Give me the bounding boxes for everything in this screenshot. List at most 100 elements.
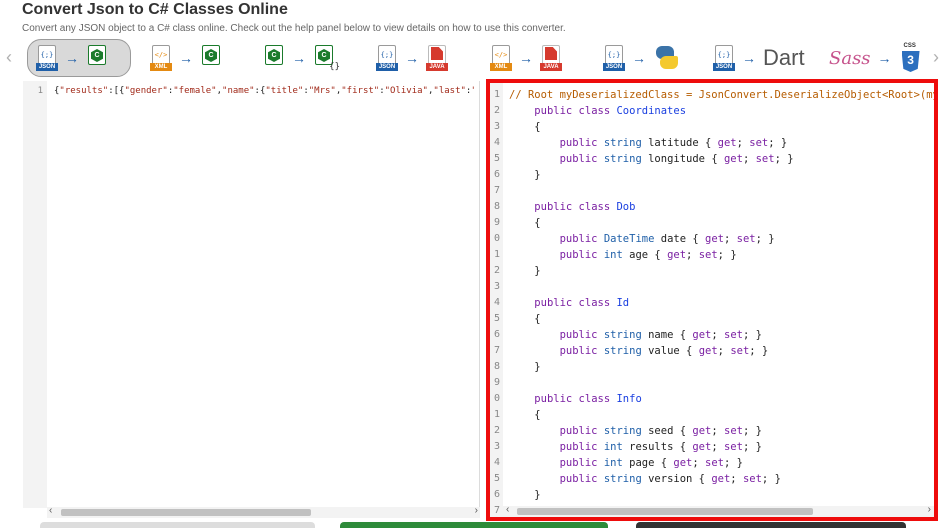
json-string-token: "results" xyxy=(59,86,109,96)
code-token: } xyxy=(534,169,541,181)
code-token: public xyxy=(559,425,604,437)
tool-sass-to-css[interactable]: Sass → CSS 3 xyxy=(829,39,923,77)
json-input-text[interactable]: {"results":[{"gender":"female","name":{"… xyxy=(54,86,474,96)
bottom-panel-tab[interactable] xyxy=(40,522,315,528)
code-token: // Root myDeserializedClass = JsonConver… xyxy=(509,89,938,101)
line-number: 2 xyxy=(493,265,500,276)
scroll-left-icon[interactable]: ‹ xyxy=(506,504,509,515)
code-token: public xyxy=(559,137,604,149)
code-token: set xyxy=(736,233,756,245)
code-token: set xyxy=(705,457,724,469)
csharp-icon: C xyxy=(200,45,222,71)
csharp-output-editor[interactable]: 1 2 3 4 5 6 7 8 9 0 1 2 3 4 5 6 7 8 9 0 1 2 3 4 5 6 7 // Root myDe… xyxy=(486,79,938,521)
code-token: { xyxy=(534,121,541,133)
json-input-editor[interactable]: 1 {"results":[{"gender":"female","name":… xyxy=(23,81,480,518)
code-token: ; } xyxy=(774,153,794,165)
code-token: ; } xyxy=(742,441,762,453)
code-token: public class xyxy=(534,201,617,213)
converter-toolbar: ‹ {;} JSON → C </> XML → C C → C{} {;} JSON… xyxy=(0,36,945,80)
json-icon: {;} JSON xyxy=(376,45,398,71)
code-token: ; } xyxy=(761,473,781,485)
code-token: page { xyxy=(629,457,674,469)
tool-json-to-dart[interactable]: {;} JSON → Dart xyxy=(713,39,805,77)
code-token: public class xyxy=(534,105,617,117)
tool-json-to-java[interactable]: {;} JSON → JAVA xyxy=(376,39,448,77)
code-token: set xyxy=(755,153,775,165)
csharp-icon: C xyxy=(86,45,108,71)
code-token: public xyxy=(559,329,604,341)
tool-xml-to-java[interactable]: </> XML → JAVA xyxy=(490,39,562,77)
line-number: 1 xyxy=(493,89,500,100)
tool-json-to-python[interactable]: {;} JSON → xyxy=(603,39,679,77)
scroll-right-icon[interactable]: › xyxy=(928,504,931,515)
code-token: Id xyxy=(616,297,630,309)
toolbar-prev-arrow[interactable]: ‹ xyxy=(6,48,12,66)
arrow-right-icon: → xyxy=(519,50,533,66)
code-token: ; } xyxy=(742,425,762,437)
toolbar-next-arrow[interactable]: › xyxy=(933,48,939,66)
code-line: public DateTime date { get; set; } xyxy=(509,231,775,247)
line-number: 1 xyxy=(493,249,500,260)
dart-label: Dart xyxy=(763,45,805,70)
line-number: 5 xyxy=(493,473,500,484)
code-token: set xyxy=(723,441,743,453)
line-number: 0 xyxy=(493,393,500,404)
code-token: ; xyxy=(711,425,724,437)
json-string-token: "female" xyxy=(173,86,217,96)
code-token: get xyxy=(717,137,737,149)
code-line: public class Coordinates xyxy=(509,103,686,119)
code-line: { xyxy=(509,407,541,423)
code-token: string xyxy=(603,345,649,357)
bottom-dark-button[interactable] xyxy=(636,522,906,528)
line-number: 1 xyxy=(37,86,43,96)
code-line: { xyxy=(509,119,541,135)
code-token: ; } xyxy=(755,233,775,245)
tool-json-to-csharp[interactable]: {;} JSON → C xyxy=(27,39,131,77)
code-token: ; xyxy=(692,457,706,469)
code-token: public xyxy=(559,457,604,469)
json-icon: {;} JSON xyxy=(36,45,58,71)
code-line: { xyxy=(509,215,540,231)
input-horizontal-scrollbar[interactable]: ‹ › xyxy=(47,505,480,518)
code-token: } xyxy=(534,361,541,373)
code-token: public class xyxy=(534,297,617,309)
line-number: 4 xyxy=(493,137,500,148)
java-icon: JAVA xyxy=(426,45,448,71)
line-number: 6 xyxy=(493,489,500,500)
xml-icon: </> XML xyxy=(150,45,172,71)
line-number: 0 xyxy=(493,233,500,244)
code-token: ; xyxy=(730,473,743,485)
bottom-action-button[interactable] xyxy=(340,522,608,528)
code-token: { xyxy=(534,409,541,421)
tool-csharp-to-json[interactable]: C → C{} xyxy=(263,39,340,77)
scroll-right-icon[interactable]: › xyxy=(475,505,478,516)
css3-icon: CSS 3 xyxy=(899,43,923,73)
code-token: Info xyxy=(616,393,642,405)
code-token: get xyxy=(692,441,712,453)
tool-xml-to-csharp[interactable]: </> XML → C xyxy=(150,39,222,77)
code-line: public string value { get; set; } xyxy=(509,343,769,359)
json-string-token: "first" xyxy=(341,86,380,96)
code-token: ; xyxy=(717,345,731,357)
code-token: value { xyxy=(648,345,699,357)
scroll-thumb[interactable] xyxy=(61,509,311,516)
code-token: DateTime xyxy=(603,233,661,245)
scroll-left-icon[interactable]: ‹ xyxy=(49,505,52,516)
code-token: string xyxy=(603,473,649,485)
line-number: 6 xyxy=(493,329,500,340)
scroll-thumb[interactable] xyxy=(517,508,813,515)
code-line: // Root myDeserializedClass = JsonConver… xyxy=(509,87,938,103)
code-token: int xyxy=(603,457,630,469)
code-token: public xyxy=(559,233,604,245)
line-number: 2 xyxy=(493,425,500,436)
code-line: public int results { get; set; } xyxy=(509,439,762,455)
json-punct-token: :[{ xyxy=(108,86,125,96)
code-token: get xyxy=(667,249,687,261)
output-horizontal-scrollbar[interactable]: ‹ › xyxy=(503,504,934,517)
line-number: 1 xyxy=(493,409,500,420)
